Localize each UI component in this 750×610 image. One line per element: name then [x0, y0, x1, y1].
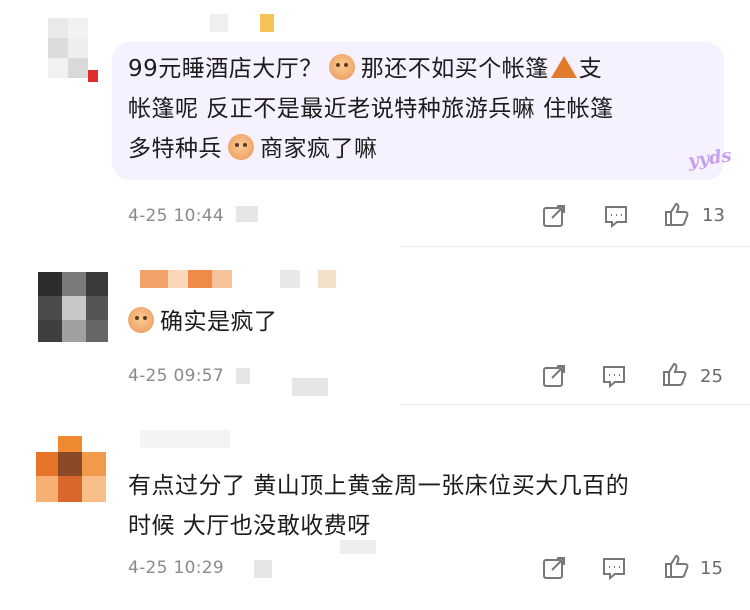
comment-item: 确实是疯了 4-25 09:57 25: [0, 250, 750, 400]
comment-text: 有点过分了 黄山顶上黄金周一张床位买大几百的: [128, 473, 630, 499]
username[interactable]: [140, 270, 340, 290]
comment-text: 确实是疯了: [128, 302, 278, 342]
timestamp: 4-25 10:29: [128, 558, 224, 578]
drooling-face-emoji: [128, 307, 154, 333]
thumbs-up-icon[interactable]: [662, 552, 690, 580]
comment-item: 99元睡酒店大厅？ 那还不如买个帐篷支 帐篷呢 反正不是最近老说特种旅游兵嘛 住帐…: [0, 0, 750, 250]
like-count: 25: [700, 366, 723, 387]
avatar[interactable]: [48, 18, 108, 82]
like-count: 15: [700, 558, 723, 579]
reply-icon[interactable]: [600, 362, 628, 390]
like-count: 13: [702, 205, 725, 226]
reply-icon[interactable]: [600, 554, 628, 582]
share-icon[interactable]: [540, 202, 568, 230]
comment-text: 多特种兵 商家疯了嘛: [128, 134, 378, 162]
reply-icon[interactable]: [602, 202, 630, 230]
comment-text: 时候 大厅也没敢收费呀: [128, 513, 371, 539]
timestamp: 4-25 10:44: [128, 206, 224, 226]
tent-emoji: [550, 56, 577, 78]
comment-text: 99元睡酒店大厅？ 那还不如买个帐篷支: [128, 54, 603, 82]
username[interactable]: [130, 14, 280, 34]
timestamp: 4-25 09:57: [128, 366, 224, 386]
share-icon[interactable]: [540, 554, 568, 582]
thumbs-up-icon[interactable]: [662, 200, 690, 228]
comment-item: 有点过分了 黄山顶上黄金周一张床位买大几百的 时候 大厅也没敢收费呀 4-25 …: [0, 408, 750, 610]
share-icon[interactable]: [540, 362, 568, 390]
avatar[interactable]: [36, 436, 106, 506]
comment-text: 帐篷呢 反正不是最近老说特种旅游兵嘛 住帐篷: [128, 96, 614, 122]
thumbs-up-icon[interactable]: [660, 360, 688, 388]
avatar[interactable]: [38, 272, 108, 342]
pig-face-emoji: [328, 54, 355, 80]
yyds-sticker: yyds: [686, 145, 733, 172]
username[interactable]: [140, 430, 290, 450]
pig-face-emoji: [228, 134, 254, 160]
